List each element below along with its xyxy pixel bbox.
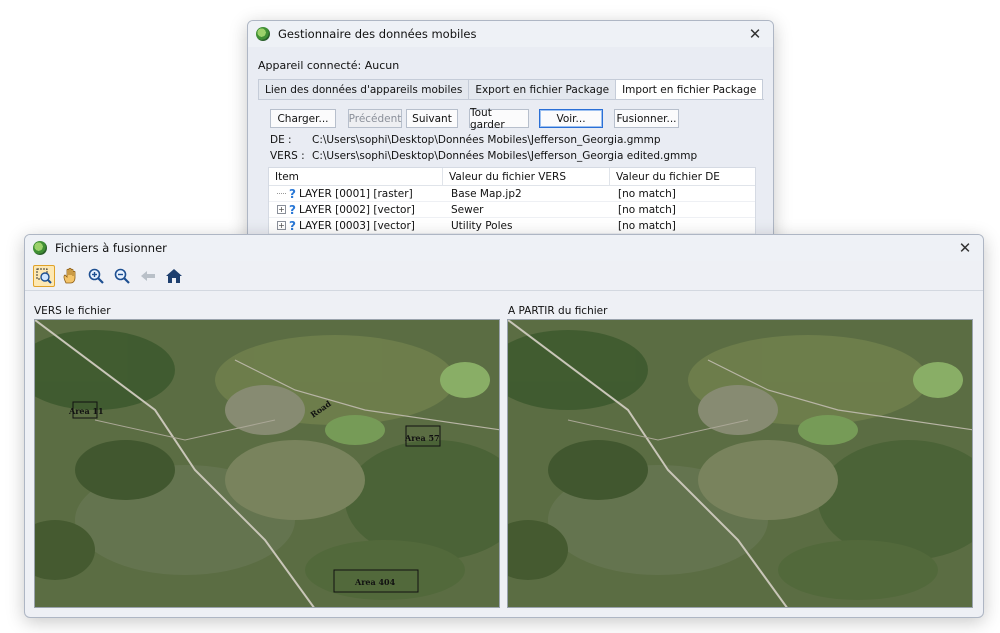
row-to-value: Sewer: [451, 203, 484, 216]
row-from-value: [no match]: [618, 187, 676, 200]
files-title: Fichiers à fusionner: [55, 241, 167, 255]
manager-title: Gestionnaire des données mobiles: [278, 27, 477, 41]
map-label-area-11: Area 11: [68, 406, 104, 416]
to-file-map[interactable]: Area 11 Area 57 Area 404 Road: [34, 319, 500, 608]
merge-button[interactable]: Fusionner...: [614, 109, 679, 128]
mobile-data-manager-window: Gestionnaire des données mobiles ✕ Appar…: [247, 20, 774, 260]
row-to-value: Utility Poles: [451, 219, 513, 232]
zoom-in-icon[interactable]: [85, 265, 107, 287]
row-to-value: Base Map.jp2: [451, 187, 522, 200]
row-from-value: [no match]: [618, 203, 676, 216]
app-logo-icon: [33, 241, 47, 255]
tree-connector: [277, 193, 286, 194]
question-icon: ?: [289, 202, 296, 217]
map-label-area-57: Area 57: [404, 433, 440, 443]
connected-device-label: Appareil connecté: Aucun: [258, 59, 400, 72]
from-label: DE :: [270, 134, 292, 146]
row-from-value: [no match]: [618, 219, 676, 232]
keep-all-button[interactable]: Tout garder: [469, 107, 529, 131]
expand-icon[interactable]: +: [277, 221, 286, 230]
row-item: LAYER [0002] [vector]: [298, 203, 415, 216]
back-arrow-icon[interactable]: [137, 265, 159, 287]
table-row[interactable]: ? LAYER [0001] [raster] Base Map.jp2 [no …: [269, 186, 755, 202]
previous-button[interactable]: Précédent: [348, 109, 402, 128]
home-icon[interactable]: [163, 265, 185, 287]
tab-export-package[interactable]: Export en fichier Package: [468, 79, 617, 100]
app-logo-icon: [256, 27, 270, 41]
zoom-box-icon[interactable]: [33, 264, 55, 287]
grid-header-from-value[interactable]: Valeur du fichier DE: [610, 168, 755, 185]
manager-tabs: Lien des données d'appareils mobiles Exp…: [258, 79, 764, 100]
right-panel-label: A PARTIR du fichier: [508, 305, 608, 317]
from-path: C:\Users\sophi\Desktop\Données Mobiles\J…: [312, 134, 661, 146]
map-toolbar: [25, 261, 983, 291]
grid-header: Item Valeur du fichier VERS Valeur du fi…: [269, 168, 755, 186]
zoom-out-icon[interactable]: [111, 265, 133, 287]
files-to-merge-window: Fichiers à fusionner ✕ VERS le fichier A…: [24, 234, 984, 618]
table-row[interactable]: +? LAYER [0002] [vector] Sewer [no match]: [269, 202, 755, 218]
manager-titlebar: Gestionnaire des données mobiles ✕: [248, 21, 773, 47]
map-label-area-404: Area 404: [354, 577, 396, 587]
grid-header-item[interactable]: Item: [269, 168, 443, 185]
row-item: LAYER [0003] [vector]: [298, 219, 415, 232]
expand-icon[interactable]: +: [277, 205, 286, 214]
load-button[interactable]: Charger...: [270, 109, 336, 128]
grid-header-to-value[interactable]: Valeur du fichier VERS: [443, 168, 610, 185]
close-icon[interactable]: ✕: [955, 239, 975, 257]
from-file-map[interactable]: [507, 319, 973, 608]
left-panel-label: VERS le fichier: [34, 305, 111, 317]
tab-mobile-link[interactable]: Lien des données d'appareils mobiles: [258, 79, 470, 100]
close-icon[interactable]: ✕: [745, 25, 765, 43]
to-path: C:\Users\sophi\Desktop\Données Mobiles\J…: [312, 150, 698, 162]
next-button[interactable]: Suivant: [406, 109, 458, 128]
question-icon: ?: [289, 218, 296, 233]
view-button[interactable]: Voir...: [539, 109, 603, 128]
table-row[interactable]: +? LAYER [0003] [vector] Utility Poles [n…: [269, 218, 755, 234]
row-item: LAYER [0001] [raster]: [298, 187, 413, 200]
question-icon: ?: [289, 186, 296, 201]
to-label: VERS :: [270, 150, 305, 162]
pan-hand-icon[interactable]: [59, 265, 81, 287]
files-titlebar: Fichiers à fusionner ✕: [25, 235, 983, 261]
tab-import-package[interactable]: Import en fichier Package: [615, 79, 764, 100]
